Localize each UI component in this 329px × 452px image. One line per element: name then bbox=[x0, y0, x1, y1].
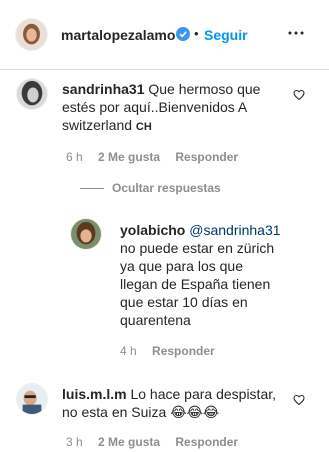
comment-username[interactable]: sandrinha31 bbox=[62, 81, 144, 97]
comment-text-line: Que hermoso que bbox=[148, 81, 261, 97]
avatar[interactable] bbox=[15, 18, 48, 51]
post-header: martalopezalamo • Seguir bbox=[0, 0, 329, 70]
likes-count[interactable]: 2 Me gusta bbox=[98, 435, 160, 449]
reply-button[interactable]: Responder bbox=[175, 150, 238, 164]
flag-emoji: CH bbox=[135, 121, 152, 133]
hide-replies-label[interactable]: Ocultar respuestas bbox=[112, 181, 221, 195]
reply-username[interactable]: yolabicho bbox=[120, 222, 185, 238]
verified-badge-icon bbox=[176, 27, 190, 41]
reply-meta: 4 h Responder bbox=[120, 344, 227, 358]
heart-icon[interactable] bbox=[293, 394, 305, 406]
mention-link[interactable]: @sandrinha31 bbox=[189, 222, 280, 238]
comment-text-line: switzerland bbox=[62, 117, 133, 133]
avatar[interactable] bbox=[16, 78, 48, 110]
avatar[interactable] bbox=[70, 218, 102, 250]
laughing-emoji: 😂😂😂 bbox=[170, 404, 220, 420]
reply-button[interactable]: Responder bbox=[175, 435, 238, 449]
more-options-icon[interactable] bbox=[286, 28, 306, 38]
comment-text-line: Lo hace para despistar, bbox=[130, 386, 277, 402]
comment-body: luis.m.l.m Lo hace para despistar, no es… bbox=[62, 385, 282, 421]
separator-dot: • bbox=[194, 26, 199, 41]
follow-button[interactable]: Seguir bbox=[204, 27, 248, 43]
likes-count[interactable]: 2 Me gusta bbox=[98, 150, 160, 164]
comment-text-line: estés por aquí..Bienvenidos A bbox=[62, 99, 248, 115]
comment-meta: 3 h 2 Me gusta Responder bbox=[66, 435, 250, 449]
reply-text-line: ya que para los que bbox=[120, 258, 243, 274]
reply-button[interactable]: Responder bbox=[152, 344, 215, 358]
comment-username[interactable]: luis.m.l.m bbox=[62, 386, 127, 402]
reply-body: yolabicho @sandrinha31 no puede estar en… bbox=[120, 221, 310, 329]
timestamp[interactable]: 3 h bbox=[66, 435, 83, 449]
heart-icon[interactable] bbox=[293, 89, 305, 101]
comment-body: sandrinha31 Que hermoso que estés por aq… bbox=[62, 80, 282, 136]
reply-text-line: quarentena bbox=[120, 312, 191, 328]
avatar[interactable] bbox=[16, 383, 48, 415]
comment-text-line: no esta en Suiza bbox=[62, 404, 167, 420]
reply-text-line: llegan de España tienen bbox=[120, 276, 271, 292]
timestamp[interactable]: 4 h bbox=[120, 344, 137, 358]
post-author-username[interactable]: martalopezalamo bbox=[61, 27, 175, 43]
timestamp[interactable]: 6 h bbox=[66, 150, 83, 164]
reply-text-line: que estar 10 días en bbox=[120, 294, 248, 310]
divider-line bbox=[80, 188, 104, 189]
reply-text-line: no puede estar en zürich bbox=[120, 240, 275, 256]
comment-meta: 6 h 2 Me gusta Responder bbox=[66, 150, 250, 164]
